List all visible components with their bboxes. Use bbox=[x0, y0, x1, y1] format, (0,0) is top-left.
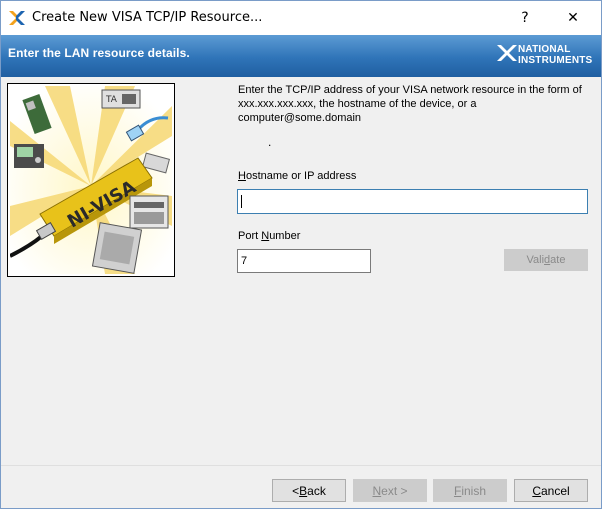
instrument-top: TA bbox=[101, 89, 141, 109]
rack-system bbox=[91, 222, 143, 274]
logo-line-1: NATIONAL bbox=[518, 44, 571, 55]
text-caret bbox=[241, 195, 242, 208]
illustration-art: TA NI-VISA bbox=[10, 86, 172, 274]
back-pre: < bbox=[292, 483, 300, 498]
validate-button[interactable]: Vali d ate bbox=[504, 249, 588, 271]
finish-accel: F bbox=[453, 483, 462, 498]
handheld-device bbox=[14, 144, 44, 168]
port-number-label: Port Number bbox=[238, 230, 300, 242]
port-number-input[interactable]: 7 bbox=[237, 249, 371, 273]
port-label-pre: Port bbox=[238, 230, 262, 242]
device-label: TA bbox=[105, 95, 118, 105]
next-button[interactable]: Next > bbox=[353, 479, 427, 502]
cancel-accel: C bbox=[532, 483, 541, 498]
help-button[interactable]: ? bbox=[502, 1, 548, 35]
hostname-label-rest: ostname or IP address bbox=[245, 170, 357, 182]
national-instruments-logo: NATIONAL INSTRUMENTS bbox=[496, 41, 596, 71]
pxi-chassis bbox=[129, 195, 169, 229]
validate-pre: Vali bbox=[526, 254, 545, 266]
finish-rest: inish bbox=[461, 483, 487, 498]
finish-button[interactable]: Finish bbox=[433, 479, 507, 502]
next-accel: N bbox=[372, 483, 382, 498]
ni-eagle-mark bbox=[497, 45, 517, 61]
title-bar[interactable]: Create New VISA TCP/IP Resource... ? ✕ bbox=[1, 1, 601, 35]
port-accel: N bbox=[261, 230, 270, 242]
port-label-rest: umber bbox=[269, 230, 301, 242]
logo-line-2: INSTRUMENTS bbox=[518, 55, 593, 66]
back-rest: ack bbox=[307, 483, 326, 498]
ni-visa-illustration: TA NI-VISA bbox=[7, 83, 175, 277]
back-button[interactable]: < Back bbox=[272, 479, 346, 502]
hostname-input[interactable] bbox=[237, 189, 588, 214]
instructions-text: Enter the TCP/IP address of your VISA ne… bbox=[238, 84, 582, 124]
port-value: 7 bbox=[241, 255, 248, 267]
window-title: Create New VISA TCP/IP Resource... bbox=[32, 10, 263, 25]
cancel-rest: ancel bbox=[540, 483, 570, 498]
next-rest: ext > bbox=[381, 483, 408, 498]
stray-dot: . bbox=[268, 135, 272, 149]
ni-app-icon bbox=[9, 11, 25, 25]
validate-rest: ate bbox=[550, 254, 566, 266]
hostname-label: Hostname or IP address bbox=[238, 170, 356, 182]
footer-divider bbox=[1, 465, 601, 466]
dialog-window: Create New VISA TCP/IP Resource... ? ✕ E… bbox=[0, 0, 602, 509]
hostname-accel: H bbox=[238, 170, 246, 182]
header-title: Enter the LAN resource details. bbox=[8, 46, 190, 60]
cancel-button[interactable]: Cancel bbox=[514, 479, 588, 502]
back-accel: B bbox=[299, 483, 308, 498]
wizard-header: Enter the LAN resource details. NATIONAL… bbox=[1, 35, 601, 77]
close-button[interactable]: ✕ bbox=[550, 1, 596, 35]
